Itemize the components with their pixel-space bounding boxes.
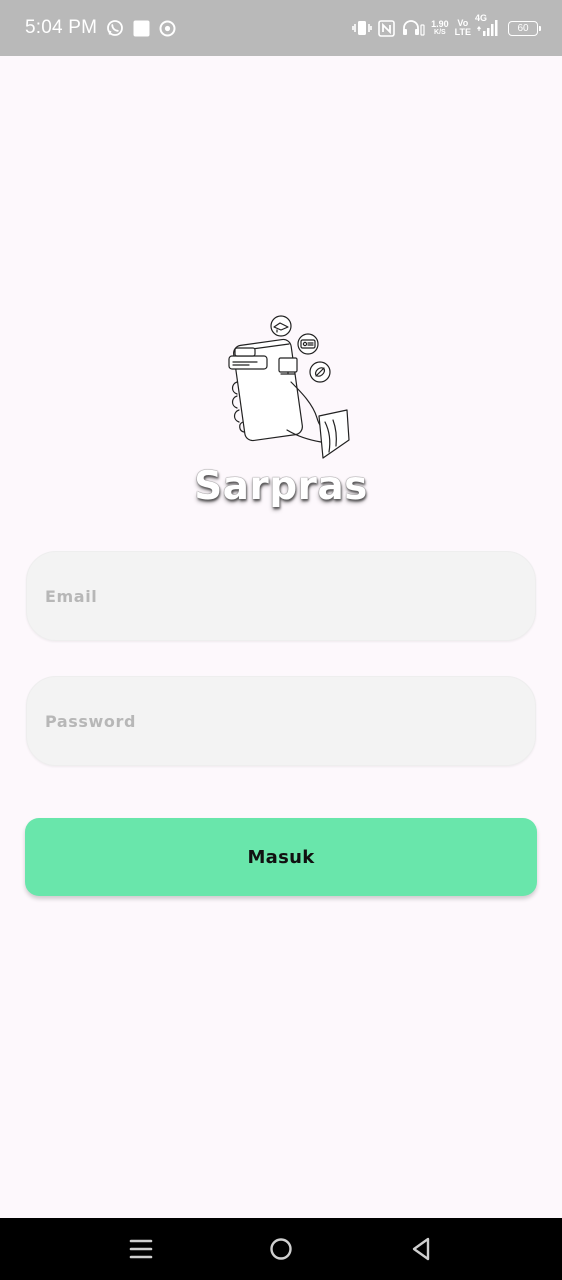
login-button[interactable]: Masuk	[25, 818, 537, 896]
app-square-icon	[133, 20, 150, 37]
net-speed: 1.90 K/S	[431, 18, 449, 37]
password-field-container	[26, 676, 536, 766]
email-field[interactable]	[27, 552, 535, 640]
navigation-bar	[0, 1218, 562, 1280]
back-icon[interactable]	[406, 1234, 436, 1264]
battery-icon: 60	[508, 20, 541, 36]
menu-icon[interactable]	[126, 1234, 156, 1264]
net-speed-value: 1.90	[431, 18, 449, 29]
net-speed-unit: K/S	[434, 28, 446, 36]
location-target-icon	[159, 20, 176, 37]
signal-icon: 4G	[475, 14, 499, 37]
network-type: 4G	[475, 13, 488, 23]
home-icon[interactable]	[266, 1234, 296, 1264]
email-field-container	[26, 551, 536, 641]
headphones-icon	[401, 19, 425, 37]
hand-holding-phone-illustration	[228, 315, 350, 459]
status-left: 5:04 PM	[25, 17, 176, 39]
app-title: Sarpras	[194, 464, 368, 509]
battery-level: 60	[517, 22, 529, 34]
whatsapp-icon	[106, 19, 124, 37]
status-time: 5:04 PM	[25, 17, 98, 38]
volte-indicator: Vo LTE	[455, 19, 471, 37]
volte-bottom: LTE	[454, 27, 471, 37]
status-bar: 5:04 PM 1.90 K/S Vo LTE 4G 60	[0, 0, 562, 56]
status-right: 1.90 K/S Vo LTE 4G 60	[352, 14, 541, 37]
vibrate-icon	[352, 19, 372, 37]
password-field[interactable]	[27, 677, 535, 765]
nfc-icon	[378, 19, 395, 37]
